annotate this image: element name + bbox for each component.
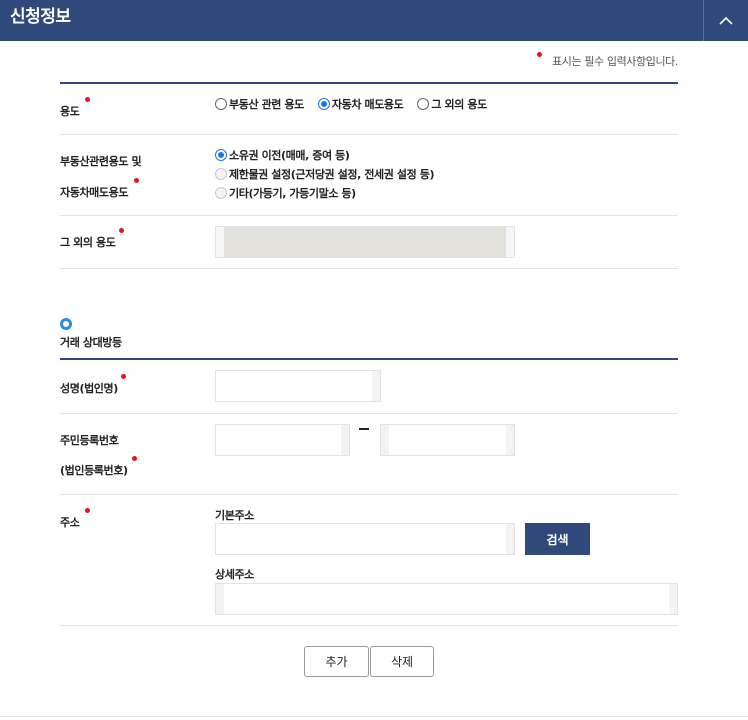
input-edge xyxy=(506,425,514,455)
collapse-button[interactable] xyxy=(704,0,748,41)
rrn-label-line2: (법인등록번호) xyxy=(60,464,128,477)
usage-option-label: 그 외의 용도 xyxy=(431,98,487,111)
row-divider xyxy=(60,268,678,269)
basic-address-field[interactable] xyxy=(216,524,514,554)
delete-button[interactable]: 삭제 xyxy=(370,646,434,677)
usage-label-text: 용도 xyxy=(60,105,80,118)
usage-option-car-sale[interactable]: 자동차 매도용도 xyxy=(317,96,404,112)
basic-address-label: 기본주소 xyxy=(215,509,254,522)
rrn-label-line1: 주민등록번호 xyxy=(60,434,119,447)
usage-radio-group: 부동산 관련 용도 자동차 매도용도 그 외의 용도 xyxy=(215,96,501,112)
row-divider xyxy=(60,625,678,626)
required-dot-icon xyxy=(85,508,90,513)
other-usage-label-text: 그 외의 용도 xyxy=(60,236,116,249)
name-label-text: 성명(법인명) xyxy=(60,382,118,395)
input-edge xyxy=(669,584,677,614)
usage-option-other[interactable]: 그 외의 용도 xyxy=(417,96,487,112)
rrn-first-field[interactable] xyxy=(216,425,349,455)
other-usage-label: 그 외의 용도 xyxy=(60,228,124,250)
row-divider xyxy=(60,134,678,135)
input-edge xyxy=(372,371,380,401)
input-edge xyxy=(216,227,224,257)
section-header: 신청정보 xyxy=(0,0,748,41)
detail-address-input[interactable] xyxy=(215,583,678,615)
chevron-up-icon xyxy=(719,16,733,25)
rrn-separator xyxy=(359,428,369,430)
radio-button[interactable] xyxy=(215,98,227,110)
required-note-text: 표시는 필수 입력사항입니다. xyxy=(552,55,678,68)
required-dot-icon xyxy=(537,52,543,57)
realestate-usage-label-2: 자동차매도용도 xyxy=(60,178,139,200)
realestate-usage-label-line2: 자동차매도용도 xyxy=(60,186,129,199)
row-divider xyxy=(60,413,678,414)
basic-address-input[interactable] xyxy=(215,523,515,555)
name-field[interactable] xyxy=(216,371,380,401)
realestate-option-transfer[interactable]: 소유권 이전(매매, 증여 등) xyxy=(215,147,350,163)
add-button[interactable]: 추가 xyxy=(304,646,369,677)
detail-address-field[interactable] xyxy=(216,584,677,614)
radio-button[interactable] xyxy=(317,98,330,110)
input-edge xyxy=(506,524,514,554)
other-usage-field[interactable] xyxy=(216,227,514,257)
bottom-divider xyxy=(0,716,748,717)
usage-option-realestate[interactable]: 부동산 관련 용도 xyxy=(215,96,304,112)
name-label: 성명(법인명) xyxy=(60,374,126,396)
required-dot-icon xyxy=(119,228,124,233)
other-usage-input[interactable] xyxy=(215,226,515,258)
input-edge xyxy=(506,227,514,257)
realestate-usage-label: 부동산관련용도 및 xyxy=(60,153,142,169)
section-top-rule xyxy=(60,358,678,360)
input-edge xyxy=(381,425,389,455)
detail-address-label: 상세주소 xyxy=(215,568,254,581)
rrn-second-field[interactable] xyxy=(381,425,514,455)
page-title: 신청정보 xyxy=(10,7,71,27)
rrn-label: 주민등록번호 xyxy=(60,432,119,448)
required-dot-icon xyxy=(85,97,90,102)
section-bullet-icon xyxy=(60,318,72,330)
input-edge xyxy=(216,584,224,614)
radio-button[interactable] xyxy=(215,168,227,180)
realestate-option-limited-right[interactable]: 제한물권 설정(근저당권 설정, 전세권 설정 등) xyxy=(215,166,435,182)
address-search-button[interactable]: 검색 xyxy=(525,523,590,555)
radio-button[interactable] xyxy=(215,149,227,161)
form-top-rule xyxy=(60,82,678,84)
required-dot-icon xyxy=(132,456,137,461)
realestate-option-label: 기타(가등기, 가등기말소 등) xyxy=(229,187,356,200)
row-divider xyxy=(60,494,678,495)
address-label: 주소 xyxy=(60,508,90,530)
radio-button[interactable] xyxy=(215,187,227,199)
radio-button[interactable] xyxy=(417,98,430,110)
realestate-option-etc[interactable]: 기타(가등기, 가등기말소 등) xyxy=(215,185,356,201)
realestate-option-label: 제한물권 설정(근저당권 설정, 전세권 설정 등) xyxy=(229,168,435,181)
realestate-option-label: 소유권 이전(매매, 증여 등) xyxy=(229,149,350,162)
input-edge xyxy=(341,425,349,455)
required-dot-icon xyxy=(121,374,126,379)
rrn-label-2: (법인등록번호) xyxy=(60,456,137,478)
rrn-first-input[interactable] xyxy=(215,424,350,456)
required-dot-icon xyxy=(134,178,139,183)
required-note: 표시는 필수 입력사항입니다. xyxy=(537,52,678,69)
rrn-second-input[interactable] xyxy=(380,424,515,456)
name-input[interactable] xyxy=(215,370,381,402)
usage-label: 용도 xyxy=(60,97,90,119)
realestate-usage-label-line1: 부동산관련용도 및 xyxy=(60,155,142,168)
usage-option-label: 자동차 매도용도 xyxy=(331,98,404,111)
counterparty-section-title: 거래 상대방등 xyxy=(60,336,122,349)
address-label-text: 주소 xyxy=(60,516,80,529)
row-divider xyxy=(60,215,678,216)
usage-option-label: 부동산 관련 용도 xyxy=(229,98,304,111)
